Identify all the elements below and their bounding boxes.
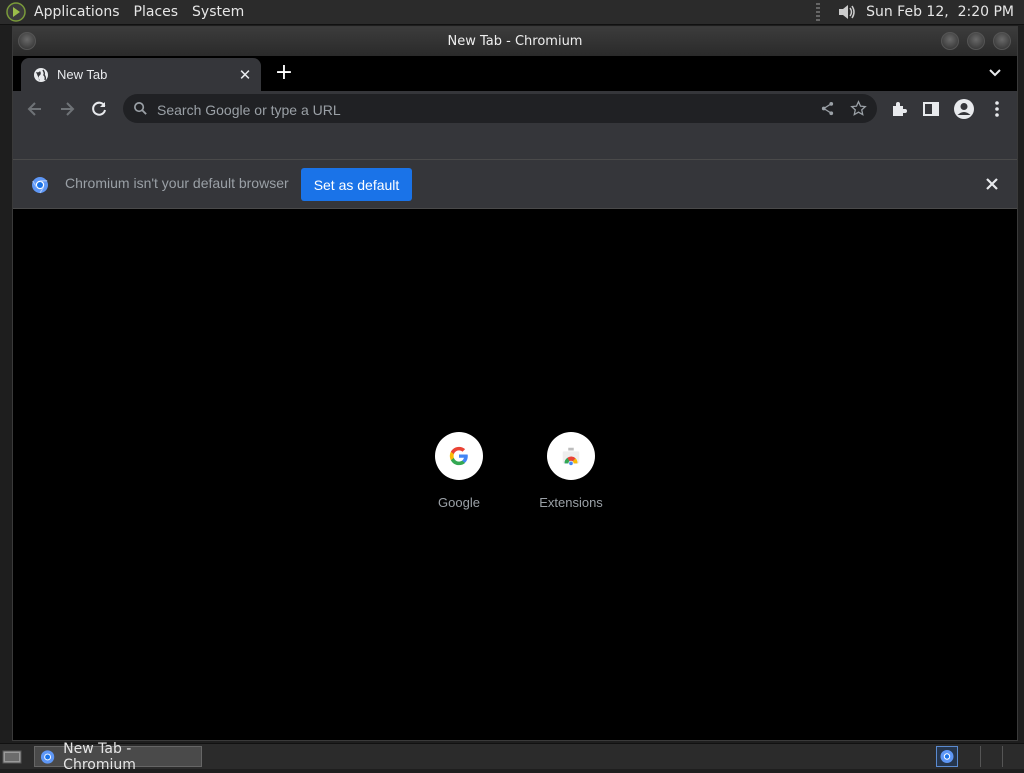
close-window-button[interactable] — [993, 32, 1011, 50]
new-tab-page: Google Extensions — [13, 209, 1017, 740]
chromium-logo-icon — [40, 749, 55, 764]
omnibox[interactable] — [123, 94, 877, 125]
minimize-button[interactable] — [941, 32, 959, 50]
panel-clock[interactable]: Sun Feb 12, 2:20 PM — [866, 4, 1014, 20]
close-icon[interactable] — [983, 175, 1001, 193]
new-tab-button[interactable]: + — [273, 62, 295, 85]
browser-toolbar — [13, 91, 1017, 127]
bookmark-star-icon[interactable] — [850, 100, 867, 117]
back-arrow-icon[interactable] — [25, 99, 45, 119]
extensions-puzzle-icon[interactable] — [889, 99, 909, 119]
places-menu[interactable]: Places — [134, 4, 179, 20]
bottom-taskbar: New Tab - Chromium — [0, 741, 1024, 773]
gnome-foot-icon[interactable] — [6, 2, 26, 22]
side-panel-icon[interactable] — [921, 99, 941, 119]
system-menu[interactable]: System — [192, 4, 244, 20]
default-browser-infobar: Chromium isn't your default browser Set … — [13, 160, 1017, 209]
google-g-icon — [449, 446, 468, 466]
more-menu-icon[interactable] — [987, 99, 1007, 119]
window-menu-button[interactable] — [18, 32, 36, 50]
infobar-message: Chromium isn't your default browser — [65, 175, 289, 191]
share-icon[interactable] — [820, 101, 835, 116]
shortcut-icon-circle — [435, 432, 483, 480]
chromium-tray-icon[interactable] — [936, 746, 958, 767]
panel-grip-handle[interactable] — [816, 3, 821, 21]
chromium-logo-icon — [32, 177, 48, 194]
search-icon — [134, 102, 147, 115]
profile-avatar-icon[interactable] — [953, 98, 975, 120]
shortcut-label: Google — [438, 495, 480, 510]
bookmark-bar — [13, 127, 1017, 160]
set-as-default-button[interactable]: Set as default — [301, 168, 412, 201]
chrome-web-store-icon — [562, 447, 580, 466]
window-titlebar[interactable]: New Tab - Chromium — [13, 27, 1017, 56]
shortcut-label: Extensions — [539, 495, 603, 510]
tab-new-tab[interactable]: New Tab ✕ — [21, 58, 261, 91]
tab-close-icon[interactable]: ✕ — [237, 66, 253, 84]
volume-icon[interactable] — [836, 2, 858, 22]
workspace-2-switch[interactable] — [1002, 746, 1023, 767]
tab-title: New Tab — [57, 67, 108, 82]
window-title: New Tab - Chromium — [447, 34, 583, 49]
shortcut-tile-extensions[interactable]: Extensions — [523, 432, 619, 510]
tab-strip: New Tab ✕ + — [13, 56, 1017, 91]
top-panel: Applications Places System Sun Feb 12, 2… — [0, 0, 1024, 25]
chevron-down-icon[interactable] — [987, 65, 1003, 81]
address-input[interactable] — [155, 94, 819, 125]
globe-icon — [34, 67, 48, 82]
chromium-logo-icon — [940, 750, 954, 763]
browser-window: New Tab - Chromium New Tab ✕ + Search Go… — [12, 26, 1018, 741]
workspace-1-switch[interactable] — [980, 746, 1001, 767]
forward-arrow-icon[interactable] — [57, 99, 77, 119]
shortcut-tile-google[interactable]: Google — [411, 432, 507, 510]
taskbar-item-chromium[interactable]: New Tab - Chromium — [34, 741, 202, 773]
applications-menu[interactable]: Applications — [34, 4, 120, 20]
shortcut-icon-circle — [547, 432, 595, 480]
show-desktop-icon[interactable] — [2, 748, 22, 765]
reload-icon[interactable] — [89, 99, 109, 119]
maximize-button[interactable] — [967, 32, 985, 50]
